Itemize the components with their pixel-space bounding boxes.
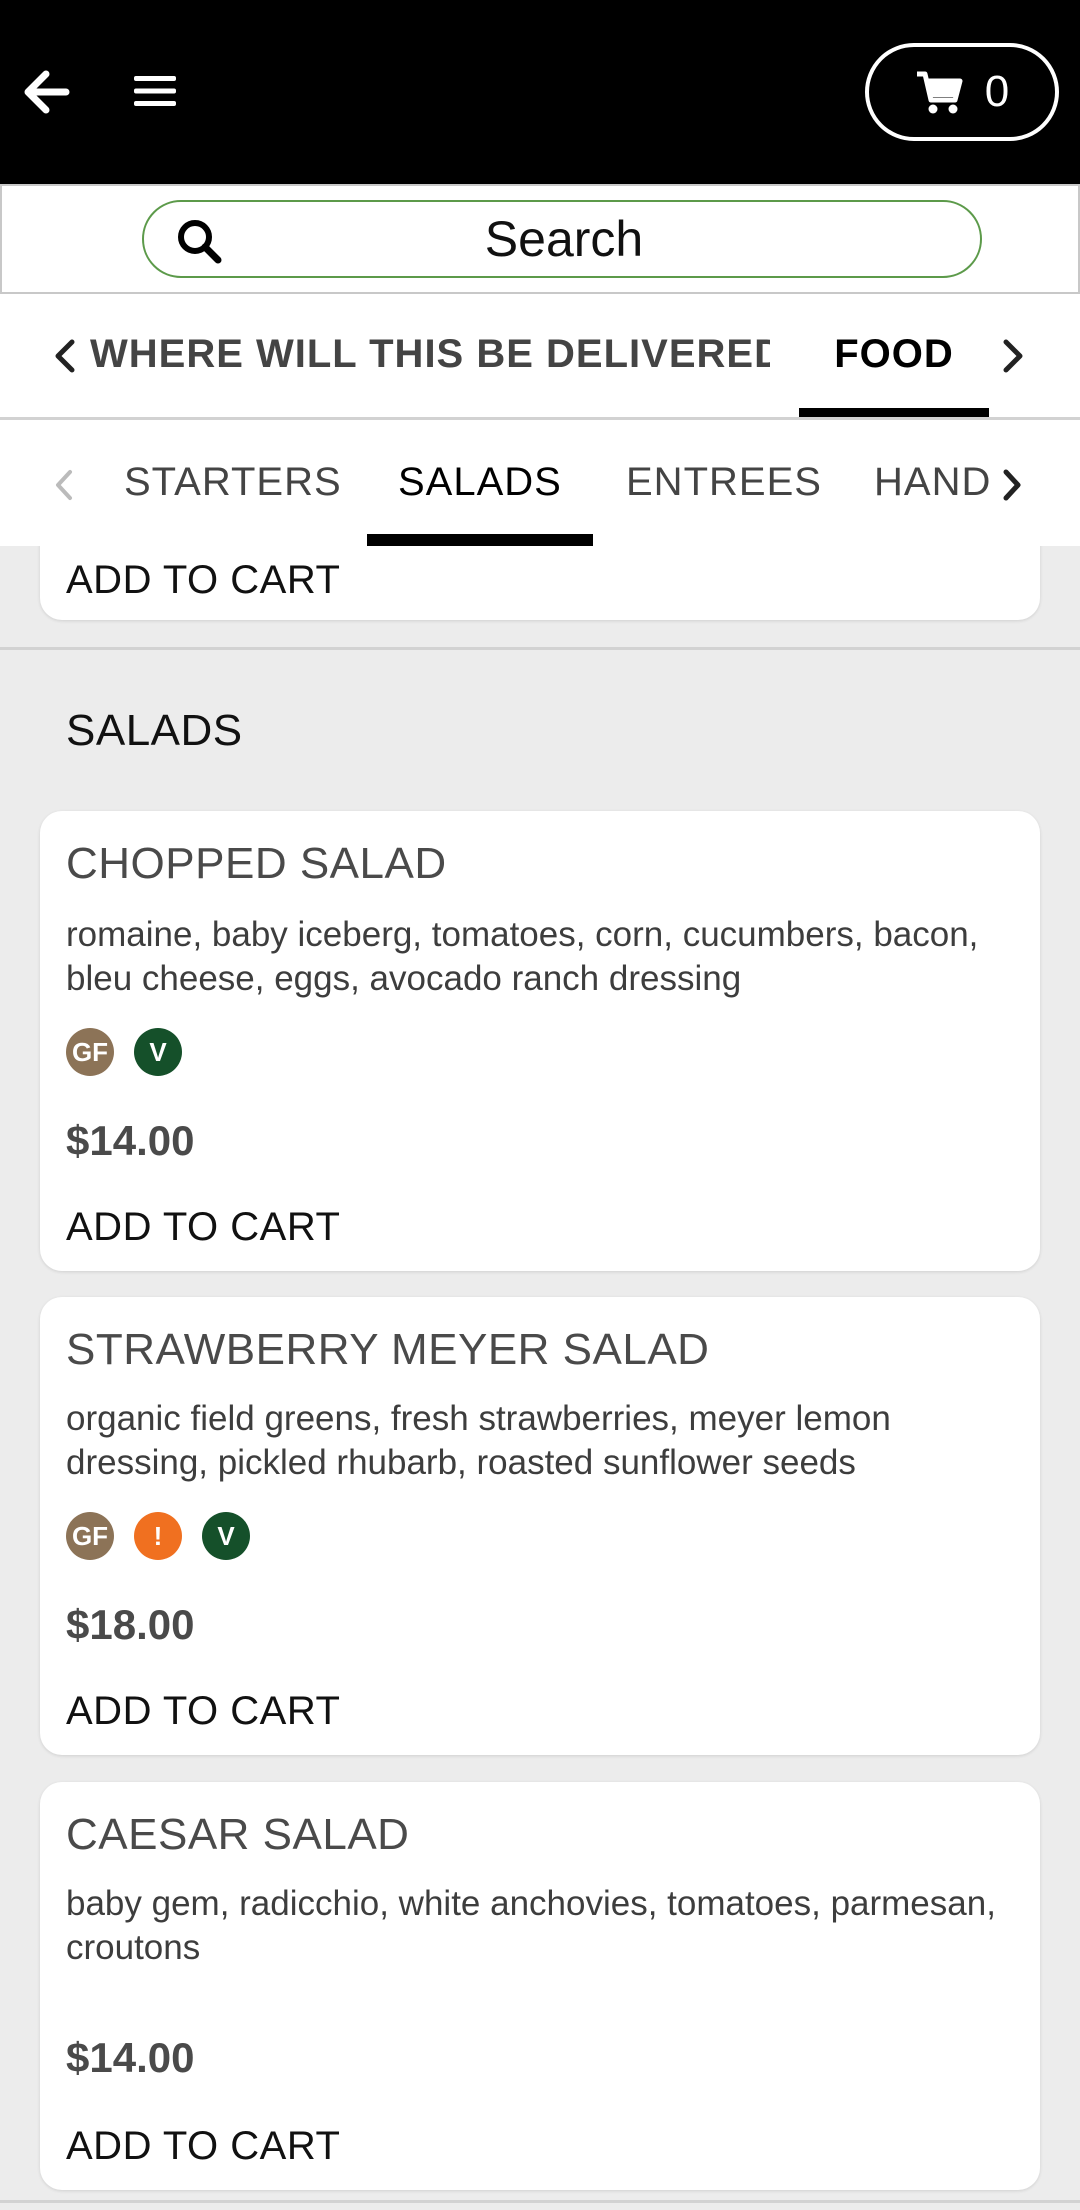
menu-item-card[interactable]: CHOPPED SALAD romaine, baby iceberg, tom… <box>40 811 1040 1271</box>
item-description: baby gem, radicchio, white anchovies, to… <box>66 1884 996 1967</box>
gluten-free-icon: GF <box>66 1028 114 1076</box>
add-to-cart-button[interactable]: ADD TO CART <box>66 1205 340 1250</box>
menu-item-card: ADD TO CART <box>40 546 1040 620</box>
chevron-left-icon <box>56 470 72 500</box>
gluten-free-icon: GF <box>66 1512 114 1560</box>
search-input[interactable] <box>244 208 884 270</box>
add-to-cart-button[interactable]: ADD TO CART <box>66 558 340 603</box>
category-tabs: STARTERS SALADS ENTREES HAND <box>0 420 1080 546</box>
active-tab-indicator <box>799 408 989 417</box>
dietary-badges: GF V <box>66 1028 182 1076</box>
tab-entrees[interactable]: ENTREES <box>626 460 822 505</box>
allergen-warning-icon: ! <box>134 1512 182 1560</box>
item-price: $14.00 <box>66 2034 195 2081</box>
item-name: CAESAR SALAD <box>66 1810 410 1859</box>
vegetarian-icon: V <box>134 1028 182 1076</box>
chevron-right-icon[interactable] <box>998 466 1026 504</box>
add-to-cart-button[interactable]: ADD TO CART <box>66 1689 340 1734</box>
section-divider <box>0 647 1080 650</box>
chevron-right-icon[interactable] <box>998 336 1028 376</box>
menu-item-card[interactable]: CAESAR SALAD baby gem, radicchio, white … <box>40 1782 1040 2190</box>
add-to-cart-button[interactable]: ADD TO CART <box>66 2124 340 2169</box>
tab-handhelds[interactable]: HAND <box>874 460 991 505</box>
search-icon <box>178 220 222 264</box>
item-price: $14.00 <box>66 1117 195 1164</box>
item-description: romaine, baby iceberg, tomatoes, corn, c… <box>66 915 979 998</box>
tab-starters[interactable]: STARTERS <box>124 460 342 505</box>
tab-food[interactable]: FOOD <box>800 332 988 377</box>
primary-tabs: WHERE WILL THIS BE DELIVERED? FOOD <box>0 294 1080 420</box>
item-price: $18.00 <box>66 1601 195 1648</box>
menu-content: ADD TO CART SALADS CHOPPED SALAD romaine… <box>0 546 1080 2210</box>
top-bar: 0 <box>0 0 1080 184</box>
cart-button[interactable]: 0 <box>865 43 1059 141</box>
item-name: STRAWBERRY MEYER SALAD <box>66 1325 710 1374</box>
back-arrow-icon[interactable] <box>22 68 70 116</box>
menu-item-card[interactable]: STRAWBERRY MEYER SALAD organic field gre… <box>40 1297 1040 1755</box>
item-description: organic field greens, fresh strawberries… <box>66 1399 891 1482</box>
section-divider <box>0 2200 1080 2203</box>
search-box[interactable] <box>142 200 982 278</box>
section-title: SALADS <box>66 706 243 755</box>
tab-salads[interactable]: SALADS <box>398 460 562 505</box>
active-category-indicator <box>367 534 593 546</box>
tab-delivery-location[interactable]: WHERE WILL THIS BE DELIVERED? <box>90 332 770 377</box>
cart-count: 0 <box>984 67 1010 116</box>
shopping-cart-icon <box>916 71 963 114</box>
item-name: CHOPPED SALAD <box>66 839 447 888</box>
vegetarian-icon: V <box>202 1512 250 1560</box>
search-bar <box>0 184 1080 294</box>
chevron-left-icon[interactable] <box>50 336 80 376</box>
hamburger-menu-icon[interactable] <box>134 73 176 109</box>
dietary-badges: GF ! V <box>66 1512 250 1560</box>
